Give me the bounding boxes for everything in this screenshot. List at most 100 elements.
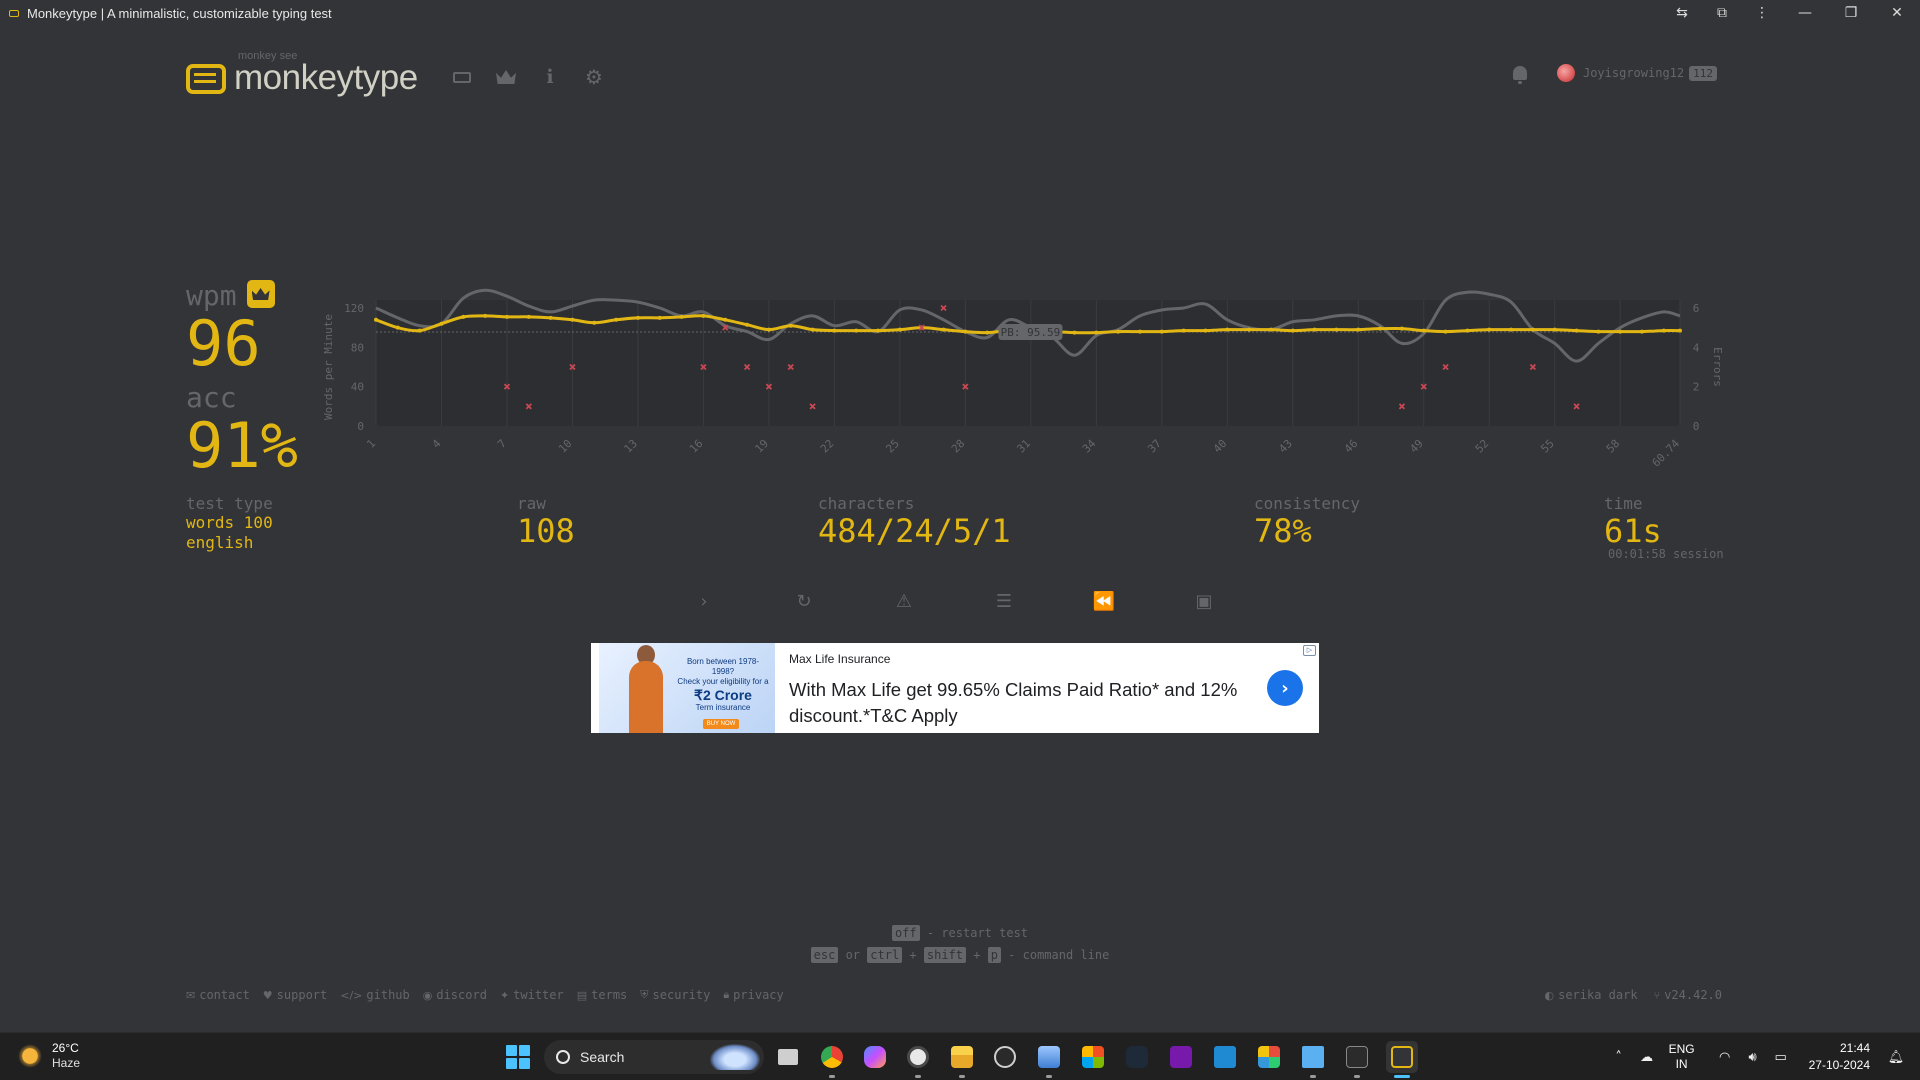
- chart-wpm-point: [1312, 327, 1317, 332]
- chart-x-tick-label: 28: [949, 437, 968, 456]
- weather-widget[interactable]: 26°C Haze: [18, 1041, 80, 1071]
- maximize-button[interactable]: ❐: [1828, 0, 1874, 26]
- vscode-icon[interactable]: [1209, 1041, 1241, 1073]
- microsoft-store-icon[interactable]: [1077, 1041, 1109, 1073]
- chrome-icon[interactable]: [816, 1041, 848, 1078]
- ad-image[interactable]: Born between 1978-1998? Check your eligi…: [599, 643, 775, 733]
- terminal-icon[interactable]: [1341, 1041, 1373, 1078]
- chart-wpm-point: [592, 320, 597, 325]
- monkeytype-taskbar-icon[interactable]: [1386, 1041, 1418, 1078]
- chart-y-axis-title: Words per Minute: [322, 314, 335, 420]
- footer-support[interactable]: ♥ support: [263, 988, 327, 1002]
- file-explorer-icon[interactable]: [946, 1041, 978, 1078]
- task-manager-icon[interactable]: [1033, 1041, 1065, 1078]
- screenshot-button[interactable]: ▣: [1189, 588, 1219, 614]
- chart-wpm-point: [1661, 328, 1666, 333]
- extensions-icon[interactable]: ⧉: [1702, 0, 1742, 26]
- hint-key-p: p: [987, 947, 1001, 963]
- taskbar: 26°C Haze Search ˄ ☁ ENG IN ◠ 🔊︎ ▭ 21:44…: [0, 1032, 1920, 1080]
- nav-about[interactable]: i: [528, 64, 572, 90]
- chart-wpm-point: [788, 323, 793, 328]
- logo[interactable]: monkey see monkeytype: [186, 50, 418, 98]
- footer-twitter[interactable]: ✦ twitter: [500, 988, 564, 1002]
- words-history-button[interactable]: ☰: [989, 588, 1019, 614]
- weather-temp: 26°C: [52, 1041, 79, 1055]
- volume-icon[interactable]: 🔊︎: [1739, 1050, 1767, 1065]
- replay-button[interactable]: ⏪: [1089, 588, 1119, 614]
- davinci-resolve-icon[interactable]: [1121, 1041, 1153, 1073]
- chart-x-tick-label: 10: [556, 437, 575, 456]
- battery-icon[interactable]: ▭: [1767, 1050, 1795, 1065]
- chart-y2-tick-label: 2: [1693, 381, 1700, 394]
- office-icon[interactable]: [1253, 1041, 1285, 1073]
- test-type-label: test type: [186, 494, 273, 513]
- chart-wpm-point: [897, 327, 902, 332]
- footer-theme[interactable]: ◐ serika dark: [1545, 988, 1638, 1002]
- chart-wpm-point: [1181, 328, 1186, 333]
- bell-icon[interactable]: [1512, 66, 1527, 84]
- keyboard-icon: [453, 71, 471, 83]
- chart-wpm-point: [1399, 326, 1404, 331]
- notification-bell-icon[interactable]: 🔔︎: [1882, 1050, 1910, 1065]
- avatar[interactable]: [1556, 64, 1575, 82]
- chart-wpm-point: [461, 314, 466, 319]
- haze-icon: [18, 1044, 42, 1068]
- footer-github[interactable]: </> github: [340, 988, 410, 1002]
- advertisement[interactable]: Born between 1978-1998? Check your eligi…: [591, 643, 1319, 733]
- envelope-icon: ✉: [186, 988, 196, 1002]
- chart-wpm-point: [1618, 329, 1623, 334]
- chevron-up-icon[interactable]: ˄: [1605, 1050, 1633, 1065]
- task-view-icon[interactable]: [772, 1041, 804, 1073]
- refresh-icon: ↻: [796, 590, 812, 612]
- chart-x-tick-label: 60.74: [1650, 437, 1683, 470]
- footer-privacy[interactable]: 🔒︎ privacy: [723, 988, 783, 1002]
- nav-test[interactable]: [440, 64, 484, 90]
- chart-x-tick-label: 52: [1473, 437, 1492, 456]
- footer-discord[interactable]: ◉ discord: [423, 988, 487, 1002]
- start-button[interactable]: [506, 1045, 530, 1069]
- minimize-button[interactable]: —: [1782, 0, 1828, 26]
- notepad-icon[interactable]: [1297, 1041, 1329, 1078]
- chart-wpm-point: [1552, 327, 1557, 332]
- chart-x-tick-label: 13: [621, 437, 640, 456]
- footer-terms[interactable]: ▤ terms: [577, 988, 628, 1002]
- close-button[interactable]: ✕: [1874, 0, 1920, 26]
- footer-contact[interactable]: ✉ contact: [186, 988, 250, 1002]
- obs-icon[interactable]: [989, 1041, 1021, 1073]
- translate-icon[interactable]: ⇆: [1662, 0, 1702, 26]
- chart-wpm-point: [1443, 329, 1448, 334]
- nav-leaderboards[interactable]: [484, 64, 528, 90]
- clock-app-icon[interactable]: [902, 1041, 934, 1078]
- adchoices-icon[interactable]: ▷: [1303, 645, 1316, 656]
- ad-brand[interactable]: Max Life Insurance: [789, 652, 890, 666]
- ad-cta-button[interactable]: ›: [1267, 670, 1303, 706]
- ad-buy-button[interactable]: BUY NOW: [703, 719, 739, 729]
- hint-key-ctrl: ctrl: [867, 947, 903, 963]
- chart-wpm-point: [810, 327, 815, 332]
- clock[interactable]: 21:44 27-10-2024: [1809, 1040, 1870, 1074]
- ad-headline[interactable]: With Max Life get 99.65% Claims Paid Rat…: [789, 677, 1249, 729]
- report-button[interactable]: ⚠: [889, 588, 919, 614]
- restart-button[interactable]: ↻: [789, 588, 819, 614]
- test-type-stat: test type words 100 english: [186, 495, 273, 553]
- footer-security[interactable]: ⛨ security: [640, 988, 710, 1002]
- menu-icon[interactable]: ⋮: [1742, 0, 1782, 26]
- chart-wpm-point: [854, 328, 859, 333]
- hint-key-shift: shift: [923, 947, 966, 963]
- footer-version[interactable]: ⑂ v24.42.0: [1654, 988, 1722, 1002]
- keyboard-hints: off - restart test esc or ctrl + shift +…: [0, 922, 1920, 966]
- wifi-icon[interactable]: ◠: [1711, 1050, 1739, 1065]
- taskbar-search[interactable]: Search: [544, 1040, 764, 1074]
- chart-wpm-point: [941, 327, 946, 332]
- next-test-button[interactable]: ›: [689, 588, 719, 614]
- hint-key-restart: off: [891, 925, 920, 941]
- warning-icon: ⚠: [895, 590, 913, 612]
- onedrive-cloud-icon[interactable]: ☁: [1633, 1050, 1661, 1065]
- chart-wpm-point: [1247, 327, 1252, 332]
- chart-y-tick-label: 0: [357, 420, 364, 433]
- language-indicator[interactable]: ENG IN: [1669, 1042, 1695, 1072]
- nav-settings[interactable]: ⚙: [572, 64, 616, 90]
- username[interactable]: Joyisgrowing12: [1583, 66, 1684, 80]
- onenote-icon[interactable]: [1165, 1041, 1197, 1073]
- copilot-icon[interactable]: [859, 1041, 891, 1073]
